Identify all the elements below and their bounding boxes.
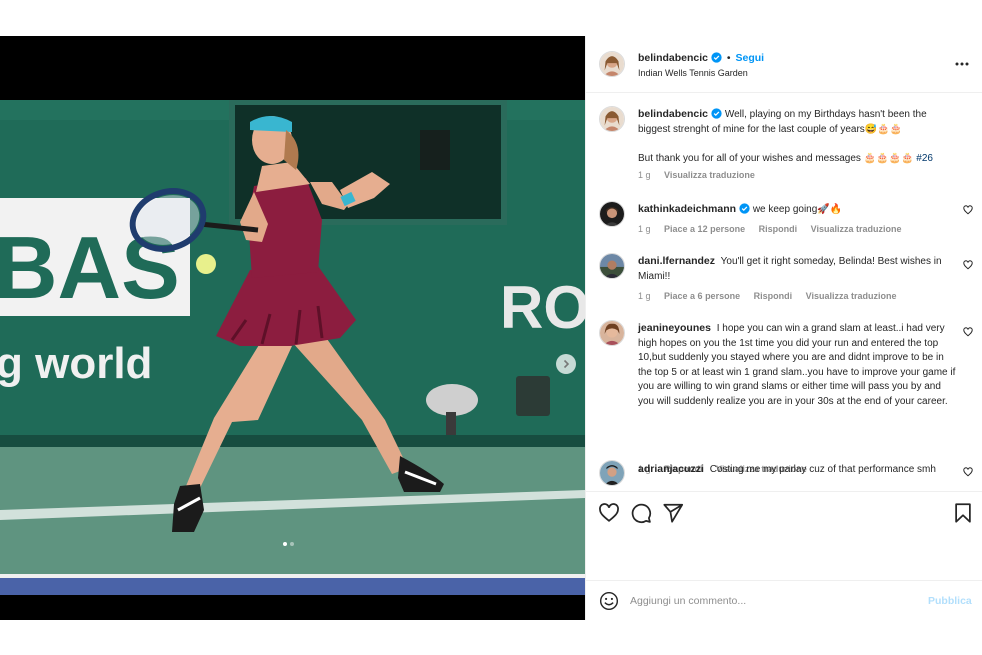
commenter-avatar[interactable] [599,253,625,279]
comment-meta: 1 g Piace a 6 persone Rispondi Visualizz… [638,291,907,301]
comment-body: Costing me my parlay cuz of that perform… [709,464,936,475]
heart-icon[interactable] [963,327,973,337]
post-location[interactable]: Indian Wells Tennis Garden [638,68,748,78]
caption-text: belindabencic Well, playing on my Birthd… [638,107,956,166]
avatar-image [600,254,624,278]
comment-translate-link[interactable]: Visualizza traduzione [806,291,897,301]
caption-body-2: But thank you for all of your wishes and… [638,152,914,164]
post-header: belindabencic • Segui Indian Wells Tenni… [586,36,982,93]
comment-time[interactable]: 1 g [638,224,651,234]
comment-username[interactable]: adrianjacuzzi [638,463,704,475]
comment-text: adrianjacuzzi Costing me my parlay cuz o… [638,462,956,478]
heart-icon[interactable] [598,502,620,524]
comment-body: I hope you can win a grand slam at least… [638,323,956,407]
comment-likes[interactable]: Piace a 12 persone [664,224,745,234]
more-horizontal-icon[interactable] [954,56,970,72]
verified-badge-icon [739,203,750,214]
comment-username[interactable]: jeanineyounes [638,322,711,334]
comment-body: we keep going🚀🔥 [752,204,843,215]
separator-dot: • [726,52,731,64]
comment-reply-button[interactable]: Rispondi [759,224,798,234]
publish-button[interactable]: Pubblica [928,595,972,607]
verified-badge-icon [711,52,722,63]
caption-hashtag[interactable]: #26 [916,153,933,164]
comments-list[interactable]: belindabencic Well, playing on my Birthd… [586,94,982,489]
comment-input[interactable] [630,592,920,610]
avatar-image [600,202,624,226]
emoji-icon[interactable] [599,591,619,611]
commenter-avatar[interactable] [599,460,625,486]
banner-bottom-text: g world [0,339,152,388]
heart-icon[interactable] [963,205,973,215]
send-icon[interactable] [662,502,684,524]
comment-time[interactable]: 1 g [638,291,651,301]
avatar-image [600,107,624,131]
carousel-indicator [283,542,294,546]
caption-meta: 1 g Visualizza traduzione [638,170,766,180]
post-media: BAS g world RO [0,36,585,620]
add-comment-bar: Pubblica [586,580,982,620]
comment-text: kathinkadeichmann we keep going🚀🔥 [638,202,956,218]
caption-translate-link[interactable]: Visualizza traduzione [664,170,755,180]
commenter-avatar[interactable] [599,320,625,346]
banner-right-text: RO [500,274,585,341]
comment-translate-link[interactable]: Visualizza traduzione [811,224,902,234]
author-avatar[interactable] [599,51,625,77]
post-photo: BAS g world RO [0,100,585,595]
comment-text: jeanineyounes I hope you can win a grand… [638,321,956,409]
post-actions-bar [586,491,982,581]
heart-icon[interactable] [963,467,973,477]
bookmark-icon[interactable] [952,502,974,524]
header-user-line: belindabencic • Segui [638,52,764,64]
comment-reply-button[interactable]: Rispondi [754,291,793,301]
next-photo-button[interactable] [556,354,576,374]
follow-button[interactable]: Segui [735,52,764,64]
chevron-right-icon [563,359,570,369]
avatar-image [600,321,624,345]
heart-icon[interactable] [963,260,973,270]
verified-badge-icon [711,108,722,119]
comment-text: dani.lfernandez You'll get it right some… [638,254,956,284]
commenter-avatar[interactable] [599,201,625,227]
author-avatar[interactable] [599,106,625,132]
avatar-image [600,461,624,485]
comment-username[interactable]: dani.lfernandez [638,255,715,267]
avatar-image [600,52,624,76]
comment-icon[interactable] [630,502,652,524]
comment-username[interactable]: kathinkadeichmann [638,203,736,215]
comment-meta: 1 g Piace a 12 persone Rispondi Visualiz… [638,224,912,234]
caption-username[interactable]: belindabencic [638,108,708,120]
comment-likes[interactable]: Piace a 6 persone [664,291,740,301]
caption-time[interactable]: 1 g [638,170,651,180]
carousel-dot-active [283,542,287,546]
carousel-dot [290,542,294,546]
author-username[interactable]: belindabencic [638,52,708,64]
post-side-panel: belindabencic • Segui Indian Wells Tenni… [585,36,982,620]
